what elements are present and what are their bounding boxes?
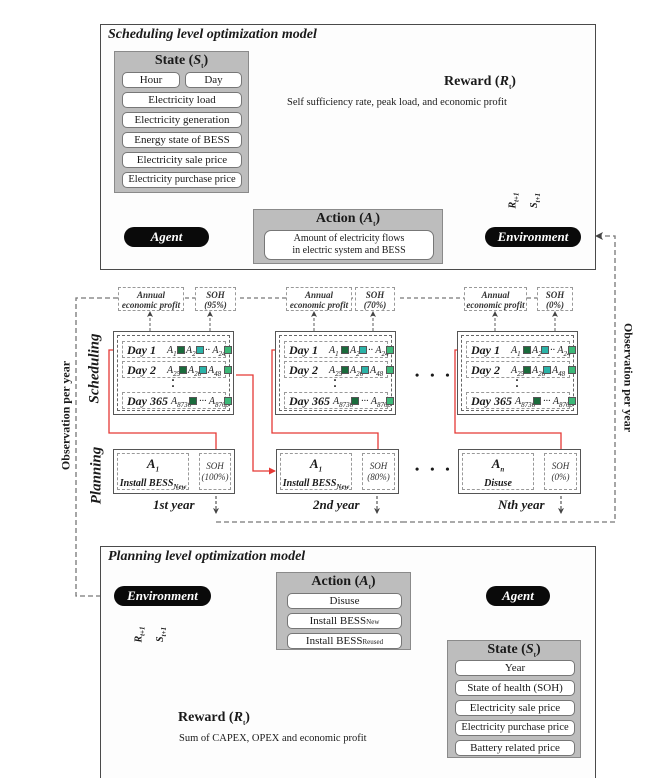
planning-state-item: Battery related price	[455, 740, 575, 756]
scheduling-model-title: Scheduling level optimization model	[108, 27, 317, 42]
planning-action-item-install-new: Install BESSNew	[287, 613, 402, 629]
observation-label-right: Observation per year	[621, 322, 636, 433]
action-square	[199, 366, 207, 374]
action-square	[523, 346, 531, 354]
action-square	[568, 346, 576, 354]
planning-action-item-install-reused: Install BESSReused	[287, 633, 402, 649]
day-row: Day 365 A8736 ··· A8760	[122, 392, 232, 409]
ellipsis-planning: • • •	[415, 462, 454, 476]
action-square	[224, 366, 232, 374]
planning-state-title: State (St)	[487, 642, 541, 659]
scheduling-feedback-labels: Rt+1 St+1	[507, 192, 542, 209]
action-square	[351, 397, 359, 405]
scheduling-state-panel: State (St) Hour Day Electricity load Ele…	[114, 51, 249, 193]
scheduling-side-label: Scheduling	[86, 333, 103, 404]
action-square	[568, 397, 576, 405]
action-square	[386, 346, 394, 354]
scheduling-state-title: State (St)	[154, 53, 209, 70]
planning-state-item: Electricity purchase price	[455, 720, 575, 736]
planning-state-item: Electricity sale price	[455, 700, 575, 716]
planning-reward-description: Sum of CAPEX, OPEX and economic profit	[179, 733, 367, 744]
planning-state-panel: State (St) Year State of health (SOH) El…	[447, 640, 581, 758]
planning-action-panel: Action (At) Disuse Install BESSNew Insta…	[276, 572, 411, 650]
action-square	[196, 346, 204, 354]
annual-profit-box: Annual economic profit	[464, 287, 527, 311]
scheduling-reward-title: Reward (Rt)	[444, 74, 516, 91]
soh-top-box: SOH (95%)	[195, 287, 236, 311]
action-square	[224, 346, 232, 354]
scheduling-year-box: Day 1 A1 A2 ·· A24 Day 2 A25 A26 A48 · · …	[275, 331, 396, 415]
scheduling-action-panel: Action (At) Amount of electricity flows …	[253, 209, 443, 264]
planning-state-item: State of health (SOH)	[455, 680, 575, 696]
annual-profit-box: Annual economic profit	[286, 287, 352, 311]
action-square	[543, 366, 551, 374]
year-label: 2nd year	[313, 497, 360, 512]
action-square	[189, 397, 197, 405]
scheduling-reward-description: Self sufficiency rate, peak load, and ec…	[287, 97, 507, 108]
year-label: 1st year	[153, 497, 195, 512]
scheduling-year-box: Day 1 A1 A2 ·· A24 Day 2 A25 A26 A48 · · …	[113, 331, 234, 415]
planning-year-box: A1 Install BESSNew SOH (80%)	[276, 449, 399, 494]
action-square	[341, 366, 349, 374]
planning-feedback-labels: Rt+1 St+1	[133, 626, 168, 643]
state-item-day: Day	[185, 72, 242, 88]
ellipsis-scheduling: • • •	[415, 368, 454, 382]
state-item: Electricity purchase price	[122, 172, 242, 188]
planning-year-box: A1 Install BESSNew SOH (100%)	[113, 449, 235, 494]
scheduling-action-description: Amount of electricity flows in electric …	[264, 230, 434, 260]
soh-top-box: SOH (0%)	[537, 287, 573, 311]
action-square	[568, 366, 576, 374]
action-square	[177, 346, 185, 354]
scheduling-year-box: Day 1 A1 A2 ·· A24 Day 2 A25 A26 A48 · · …	[457, 331, 578, 415]
state-item: Electricity generation	[122, 112, 242, 128]
action-square	[224, 397, 232, 405]
state-item: Electricity sale price	[122, 152, 242, 168]
action-square	[386, 397, 394, 405]
action-square	[359, 346, 367, 354]
day-row: Day 365 A8736 ··· A8760	[466, 392, 576, 409]
day-row: Day 1 A1 A2 ·· A24	[284, 341, 394, 358]
action-square	[386, 366, 394, 374]
planning-environment-node: Environment	[114, 586, 211, 606]
observation-label-left: Observation per year	[58, 360, 73, 471]
state-item: Energy state of BESS	[122, 132, 242, 148]
action-square	[533, 397, 541, 405]
planning-side-label: Planning	[88, 446, 105, 505]
soh-top-box: SOH (70%)	[355, 287, 395, 311]
day-row: Day 365 A8736 ··· A8760	[284, 392, 394, 409]
year-label: Nth year	[498, 497, 545, 512]
action-square	[341, 346, 349, 354]
scheduling-agent-node: Agent	[124, 227, 209, 247]
day-row: Day 1 A1 A2 ·· A24	[122, 341, 232, 358]
action-square	[179, 366, 187, 374]
planning-action-title: Action (At)	[311, 574, 376, 591]
state-item-hour: Hour	[122, 72, 180, 88]
planning-agent-node: Agent	[486, 586, 550, 606]
action-square	[523, 366, 531, 374]
annual-profit-box: Annual economic profit	[118, 287, 184, 311]
planning-year-box: An Disuse SOH (0%)	[458, 449, 581, 494]
planning-model-title: Planning level optimization model	[108, 549, 306, 564]
planning-state-item: Year	[455, 660, 575, 676]
action-square	[361, 366, 369, 374]
planning-reward-title: Reward (Rt)	[178, 710, 250, 727]
day-row: Day 1 A1 A2 ·· A24	[466, 341, 576, 358]
action-square	[541, 346, 549, 354]
scheduling-environment-node: Environment	[485, 227, 581, 247]
red-arrow-year1-to-year2	[236, 374, 276, 475]
planning-action-item-disuse: Disuse	[287, 593, 402, 609]
state-item: Electricity load	[122, 92, 242, 108]
scheduling-action-title: Action (At)	[315, 211, 381, 228]
